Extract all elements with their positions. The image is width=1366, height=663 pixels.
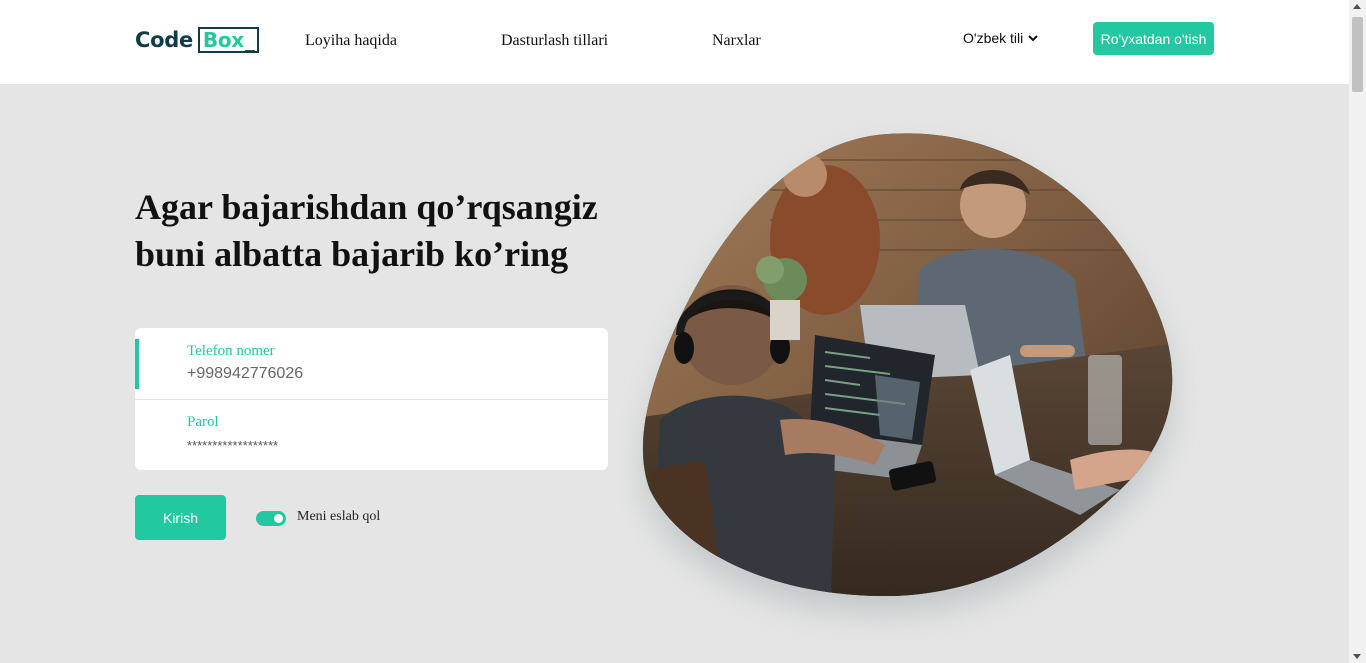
- logo-box-word: Box: [202, 28, 244, 52]
- language-selector[interactable]: O'zbek tili: [963, 30, 1038, 46]
- logo-box: Box _: [197, 27, 259, 53]
- toggle-knob: [274, 514, 283, 523]
- remember-me-toggle[interactable]: [256, 511, 286, 526]
- phone-input[interactable]: [187, 365, 567, 383]
- hero-title: Agar bajarishdan qo’rqsangiz buni albatt…: [135, 184, 655, 278]
- password-label: Parol: [187, 414, 219, 430]
- hero-title-line-1: Agar bajarishdan qo’rqsangiz: [135, 187, 598, 227]
- codebox-logo[interactable]: Code Box _: [135, 27, 259, 53]
- language-label: O'zbek tili: [963, 30, 1024, 46]
- nav-link-about[interactable]: Loyiha haqida: [305, 32, 397, 50]
- scrollbar-thumb[interactable]: [1352, 17, 1363, 92]
- hero-title-line-2: buni albatta bajarib ko’ring: [135, 234, 569, 274]
- password-field[interactable]: Parol ******************: [135, 399, 608, 470]
- remember-me-label: Meni eslab qol: [297, 509, 381, 524]
- nav-link-languages[interactable]: Dasturlash tillari: [501, 32, 608, 50]
- site-header: Code Box _ Loyiha haqida Dasturlash tilla…: [0, 0, 1349, 84]
- chevron-down-icon: [1028, 34, 1038, 41]
- login-form: Telefon nomer Parol ******************: [135, 328, 608, 470]
- logo-cursor: _: [244, 28, 255, 52]
- register-button[interactable]: Ro'yxatdan o'tish: [1093, 22, 1214, 55]
- people-coding-photo: [642, 133, 1173, 597]
- scroll-down-icon[interactable]: [1353, 654, 1361, 659]
- login-button[interactable]: Kirish: [135, 495, 226, 540]
- phone-field[interactable]: Telefon nomer: [135, 328, 608, 399]
- logo-word: Code: [135, 28, 193, 52]
- nav-link-pricing[interactable]: Narxlar: [712, 32, 761, 50]
- phone-label: Telefon nomer: [187, 343, 275, 359]
- scroll-up-icon[interactable]: [1353, 4, 1361, 9]
- password-input[interactable]: ******************: [187, 438, 567, 453]
- active-field-indicator: [135, 339, 139, 389]
- page-scrollbar[interactable]: [1349, 0, 1366, 663]
